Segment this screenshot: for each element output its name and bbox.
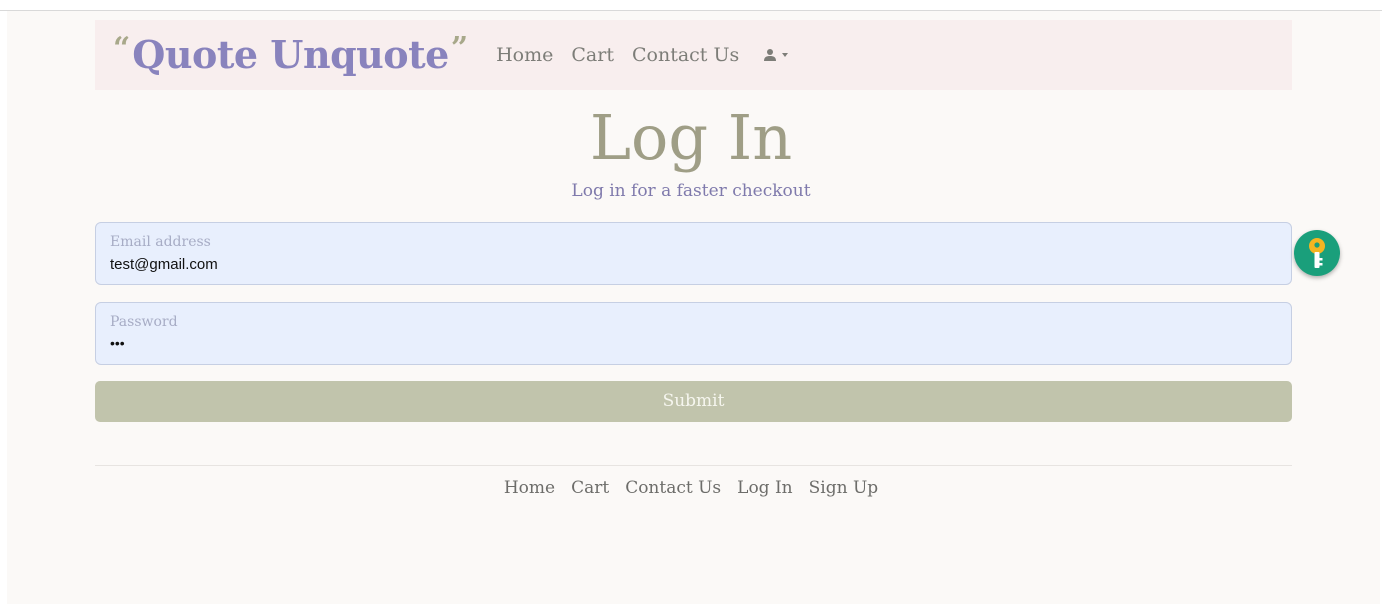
browser-top-edge [0,0,1382,11]
footer-link-log-in[interactable]: Log In [737,478,792,498]
email-field[interactable]: Email address test@gmail.com [95,222,1292,285]
caret-down-icon [782,53,789,57]
footer-link-cart[interactable]: Cart [571,478,609,498]
key-icon [1309,238,1325,268]
brand-name: Quote Unquote [132,32,449,77]
footer-link-contact-us[interactable]: Contact Us [625,478,721,498]
brand-logo[interactable]: “ Quote Unquote ” [113,30,468,80]
submit-button[interactable]: Submit [95,381,1292,422]
footer-link-sign-up[interactable]: Sign Up [809,478,879,498]
user-icon [764,49,777,61]
brand-close-quote: ” [450,31,469,66]
footer-divider [95,465,1292,466]
password-manager-button[interactable] [1294,230,1340,276]
nav-link-home[interactable]: Home [496,44,553,66]
nav-link-contact-us[interactable]: Contact Us [632,44,739,66]
page-title: Log In [589,101,793,174]
user-menu-toggle[interactable] [763,48,793,62]
nav-link-cart[interactable]: Cart [571,44,614,66]
password-label: Password [110,314,178,330]
password-value[interactable]: ••• [110,335,125,351]
footer-nav: Home Cart Contact Us Log In Sign Up [0,478,1382,498]
nav-links: Home Cart Contact Us [496,44,793,66]
email-label: Email address [110,234,211,250]
navbar: “ Quote Unquote ” Home Cart Contact Us [95,20,1292,90]
password-field[interactable]: Password ••• [95,302,1292,365]
page-subtitle: Log in for a faster checkout [571,181,811,201]
footer-link-home[interactable]: Home [504,478,555,498]
brand-open-quote: “ [113,31,131,66]
email-value[interactable]: test@gmail.com [110,256,218,273]
